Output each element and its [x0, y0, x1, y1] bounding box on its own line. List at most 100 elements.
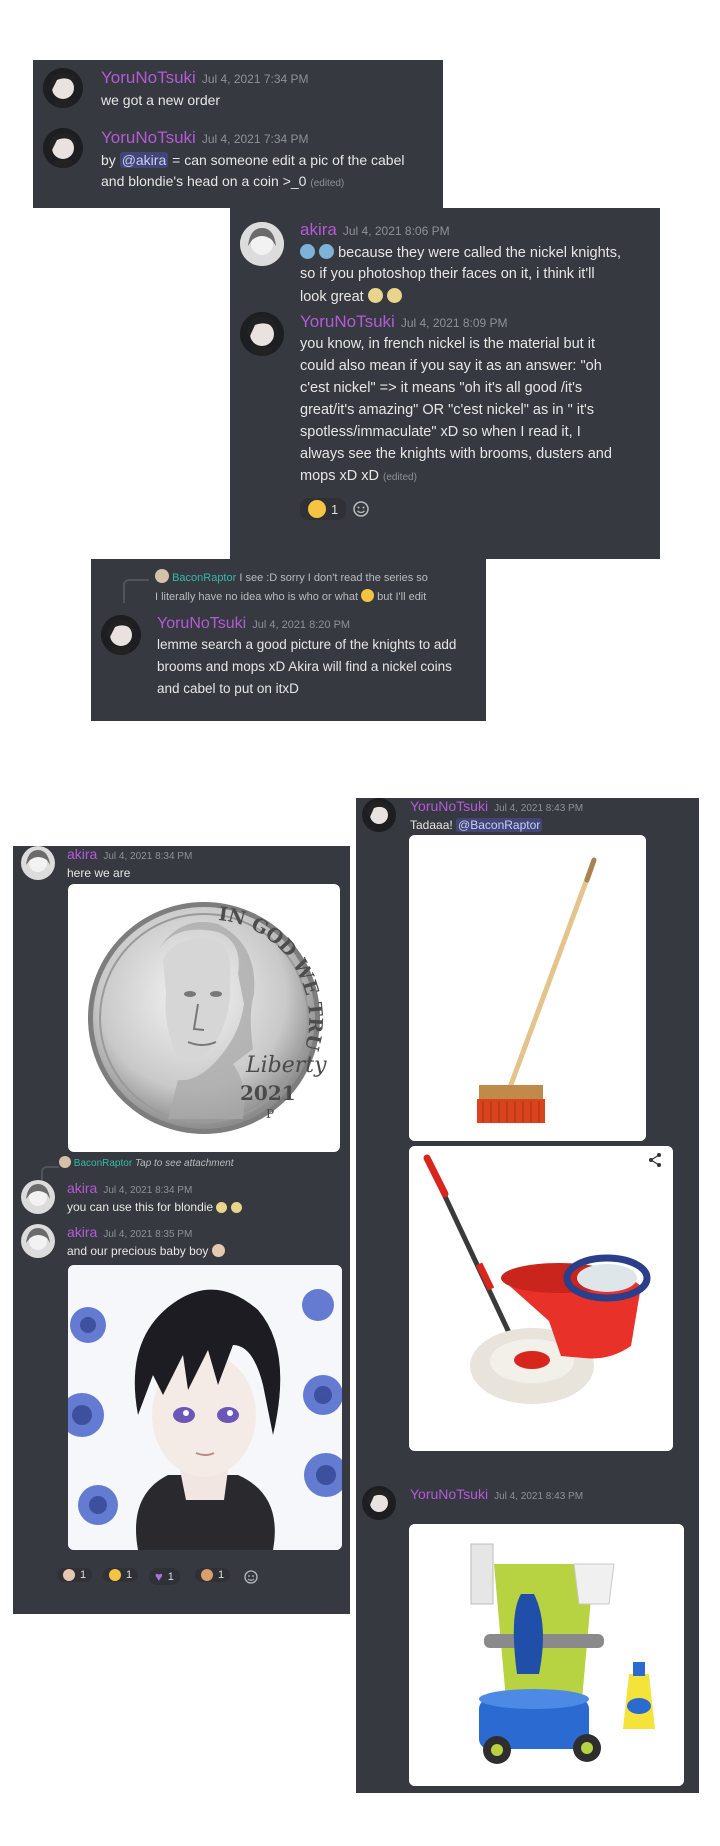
chat-panel-4: akira Jul 4, 2021 8:34 PM here we are IN … — [13, 846, 350, 1614]
reaction-4[interactable]: 1 — [195, 1568, 231, 1582]
add-reaction-icon[interactable] — [243, 1569, 259, 1585]
message: YoruNoTsuki Jul 4, 2021 7:34 PM we got a … — [43, 68, 433, 120]
reaction-count: 1 — [80, 1569, 87, 1581]
message-text: c'est nickel" => it means "oh it's all g… — [300, 380, 583, 396]
message-text: great/it's amazing" OR "c'est nickel" as… — [300, 402, 595, 418]
message-text: and our precious baby boy — [67, 1244, 225, 1258]
avatar[interactable] — [43, 68, 83, 108]
timestamp: Jul 4, 2021 8:35 PM — [103, 1229, 193, 1240]
reaction-2[interactable]: 1 — [103, 1568, 139, 1582]
reply-preview: I literally have no idea who is who or w… — [155, 589, 426, 603]
emoji-icon — [230, 1202, 242, 1213]
nickel-coin-image[interactable]: IN GOD WE TRUST Liberty 2021 P — [68, 884, 340, 1152]
mop-bucket-image[interactable] — [409, 1146, 673, 1451]
edited-label: (edited) — [310, 178, 345, 189]
message-text: look great — [300, 288, 402, 305]
reply-preview[interactable]: BaconRaptor Tap to see attachment — [59, 1156, 234, 1169]
cleaning-trolley-image[interactable] — [409, 1524, 684, 1786]
avatar[interactable] — [21, 846, 55, 880]
reply-connector — [123, 579, 149, 603]
username[interactable]: akira — [67, 1180, 97, 1196]
reply-text: but I'll edit — [377, 591, 427, 603]
avatar[interactable] — [240, 312, 284, 356]
text-fragment: you can use this for blondie — [67, 1200, 214, 1214]
reply-text: Tap to see attachment — [134, 1158, 234, 1169]
timestamp: Jul 4, 2021 8:43 PM — [494, 1491, 584, 1502]
username[interactable]: YoruNoTsuki — [101, 128, 196, 147]
username[interactable]: akira — [67, 1224, 97, 1240]
avatar[interactable] — [362, 798, 396, 832]
mention[interactable]: @akira — [119, 152, 169, 168]
laughing-emoji-icon — [308, 500, 326, 518]
heart-eyes-emoji-icon — [109, 1569, 121, 1581]
username[interactable]: akira — [300, 220, 337, 239]
timestamp: Jul 4, 2021 8:20 PM — [252, 619, 351, 631]
username[interactable]: BaconRaptor — [172, 572, 236, 584]
message-text: lemme search a good picture of the knigh… — [157, 637, 457, 652]
timestamp: Jul 4, 2021 8:34 PM — [103, 851, 193, 862]
avatar[interactable] — [21, 1180, 55, 1214]
chat-panel-5: YoruNoTsuki Jul 4, 2021 8:43 PM Tadaaa! @… — [356, 798, 699, 1793]
reaction-laughing[interactable]: 1 — [300, 498, 347, 520]
username[interactable]: BaconRaptor — [74, 1158, 132, 1169]
message-text: because they were called the nickel knig… — [300, 244, 621, 261]
text-fragment: look great — [300, 289, 364, 305]
timestamp: Jul 4, 2021 7:34 PM — [201, 132, 309, 146]
mention[interactable]: @BaconRaptor — [456, 818, 543, 832]
avatar[interactable] — [101, 615, 141, 655]
message-text: by @akira = can someone edit a pic of th… — [101, 152, 404, 168]
text-fragment: mops xD xD — [300, 468, 379, 484]
message-text: you know, in french nickel is the materi… — [300, 336, 595, 352]
grimace-emoji-icon — [361, 589, 375, 602]
message-text: we got a new order — [101, 92, 221, 108]
message-text: so if you photoshop their faces on it, i… — [300, 266, 595, 282]
text-fragment: and blondie's head on a coin >_0 — [101, 173, 307, 189]
chat-panel-3: BaconRaptor I see :D sorry I don't read … — [91, 559, 486, 721]
reaction-count: 1 — [167, 1570, 174, 1583]
message-text: and cabel to put on itxD — [157, 681, 299, 696]
message-text: mops xD xD (edited) — [300, 468, 417, 484]
message-text: you can use this for blondie — [67, 1200, 242, 1214]
add-reaction-icon[interactable] — [352, 500, 370, 518]
message: YoruNoTsuki Jul 4, 2021 8:09 PM you know,… — [240, 312, 650, 552]
username[interactable]: akira — [67, 846, 97, 862]
share-icon[interactable] — [647, 1152, 663, 1168]
username[interactable]: YoruNoTsuki — [101, 68, 196, 87]
coin-mint-mark: P — [266, 1107, 274, 1121]
message: YoruNoTsuki Jul 4, 2021 8:20 PM lemme sea… — [101, 615, 481, 715]
purple-heart-icon: ♥ — [155, 1569, 163, 1584]
anime-character-image[interactable] — [68, 1265, 342, 1550]
reaction-3[interactable]: ♥ 1 — [149, 1568, 180, 1585]
avatar[interactable] — [43, 128, 83, 168]
reaction-1[interactable]: 1 — [57, 1568, 93, 1582]
username[interactable]: YoruNoTsuki — [300, 312, 395, 331]
avatar[interactable] — [240, 222, 284, 266]
reply-connector — [41, 1166, 59, 1182]
avatar[interactable] — [362, 1486, 396, 1520]
message-text: Tadaaa! @BaconRaptor — [410, 818, 543, 832]
message-text: always see the knights with brooms, dust… — [300, 446, 612, 462]
reply-text: I see :D sorry I don't read the series s… — [239, 572, 428, 584]
reply-text: I literally have no idea who is who or w… — [155, 591, 358, 603]
username[interactable]: YoruNoTsuki — [410, 1486, 488, 1502]
username[interactable]: YoruNoTsuki — [410, 798, 488, 814]
text-fragment: and our precious baby boy — [67, 1244, 209, 1258]
coin-liberty-text: Liberty — [245, 1053, 327, 1078]
broom-image[interactable] — [409, 835, 646, 1141]
reaction-count: 1 — [126, 1569, 133, 1581]
text-fragment: = can someone edit a pic of the cabel — [168, 152, 405, 168]
timestamp: Jul 4, 2021 7:34 PM — [201, 72, 309, 86]
message-text: here we are — [67, 866, 131, 880]
message-text: could also mean if you say it as an answ… — [300, 358, 602, 374]
coin-year-text: 2021 — [240, 1081, 296, 1105]
avatar[interactable] — [21, 1224, 55, 1258]
username[interactable]: YoruNoTsuki — [157, 615, 246, 632]
timestamp: Jul 4, 2021 8:34 PM — [103, 1185, 193, 1196]
reply-preview[interactable]: BaconRaptor I see :D sorry I don't read … — [155, 569, 428, 584]
message-text: spotless/immaculate" xD so when I read i… — [300, 424, 581, 440]
face-emoji-icon — [63, 1569, 75, 1581]
emoji-icon — [216, 1202, 228, 1213]
timestamp: Jul 4, 2021 8:43 PM — [494, 803, 584, 814]
emoji-icon — [386, 288, 402, 303]
message-text: and blondie's head on a coin >_0 (edited… — [101, 173, 344, 189]
